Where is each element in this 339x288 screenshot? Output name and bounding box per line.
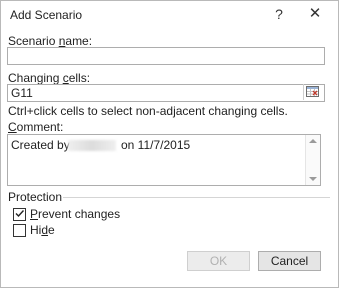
scenario-name-label-prefix: Scenario [8, 34, 59, 48]
scenario-name-input[interactable] [7, 47, 325, 65]
changing-cells-label-prefix: Changing [8, 71, 63, 85]
comment-text-start: Created by [11, 138, 70, 152]
comment-text-end: on 11/7/2015 [121, 138, 191, 152]
comment-label-accesskey: C [8, 120, 17, 134]
ok-button[interactable]: OK [187, 251, 250, 271]
dialog-title: Add Scenario [10, 8, 83, 22]
prevent-changes-label: Prevent changes [30, 207, 120, 221]
hide-checkbox[interactable] [13, 224, 26, 237]
comment-scrollbar[interactable] [305, 135, 320, 185]
range-select-button[interactable] [303, 84, 320, 100]
prevent-changes-checkbox[interactable] [13, 208, 26, 221]
title-bar: Add Scenario ? ✕ [2, 2, 337, 28]
add-scenario-dialog: Add Scenario ? ✕ Scenario name: Changing… [0, 0, 339, 288]
changing-cells-label: Changing cells: [8, 71, 90, 85]
hide-label-rest: e [48, 223, 55, 237]
close-button[interactable]: ✕ [303, 4, 327, 24]
help-button[interactable]: ? [267, 4, 291, 24]
prevent-changes-label-rest: revent changes [38, 207, 121, 221]
comment-label-rest: omment: [16, 120, 64, 134]
scroll-up-icon[interactable] [309, 139, 317, 143]
protection-divider [63, 197, 330, 198]
scroll-down-icon[interactable] [309, 177, 317, 181]
prevent-changes-accesskey: P [30, 207, 39, 221]
scenario-name-label: Scenario name: [8, 34, 92, 48]
changing-cells-hint: Ctrl+click cells to select non-adjacent … [8, 104, 288, 118]
hide-label-prefix: Hi [30, 223, 42, 237]
checkmark-icon [15, 210, 25, 218]
changing-cells-input[interactable]: G11 [7, 84, 325, 102]
redacted-name [68, 140, 116, 151]
cancel-button[interactable]: Cancel [258, 251, 321, 271]
comment-label: Comment: [8, 120, 63, 134]
changing-cells-label-rest: ells: [68, 71, 91, 85]
protection-group-label: Protection [8, 190, 63, 204]
comment-textarea[interactable]: Created by on 11/7/2015 [7, 134, 321, 186]
hide-label: Hide [30, 223, 55, 237]
scenario-name-label-rest: ame: [65, 34, 93, 48]
